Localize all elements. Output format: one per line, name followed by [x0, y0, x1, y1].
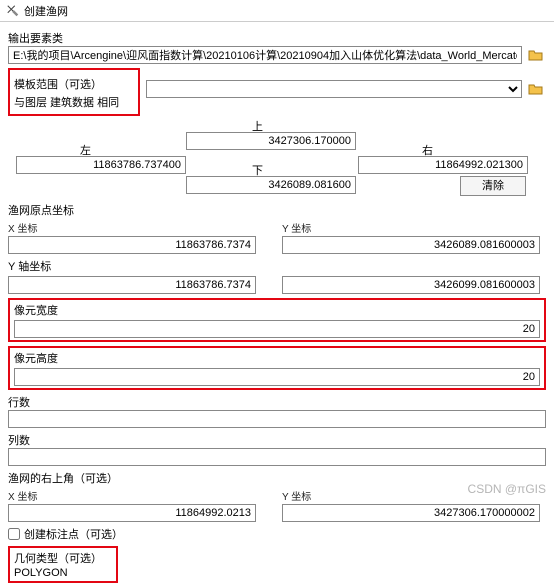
cell-height-label: 像元高度 [14, 350, 540, 366]
rows-input[interactable] [8, 410, 546, 428]
rows-label: 行数 [8, 394, 546, 410]
geometry-type-value: POLYGON [14, 567, 112, 579]
upper-right-x-label: X 坐标 [8, 488, 272, 503]
folder-open-icon [528, 48, 544, 62]
yaxis-x-input[interactable] [8, 276, 256, 294]
cols-label: 列数 [8, 432, 546, 448]
origin-x-label: X 坐标 [8, 220, 272, 235]
clear-extent-button[interactable]: 清除 [460, 176, 526, 196]
upper-right-section-label: 渔网的右上角（可选） [8, 470, 546, 486]
folder-open-icon [528, 82, 544, 96]
cell-height-input[interactable] [14, 368, 540, 386]
yaxis-section-label: Y 轴坐标 [8, 258, 546, 274]
browse-template-button[interactable] [526, 80, 546, 98]
origin-section-label: 渔网原点坐标 [8, 202, 546, 218]
browse-output-button[interactable] [526, 46, 546, 64]
template-extent-select[interactable] [146, 80, 522, 98]
template-extent-label: 模板范围（可选） [14, 76, 134, 92]
extent-bottom-input[interactable] [186, 176, 356, 194]
upper-right-x-input[interactable] [8, 504, 256, 522]
extent-left-input[interactable] [16, 156, 186, 174]
output-label: 输出要素类 [8, 30, 546, 46]
extent-right-input[interactable] [358, 156, 528, 174]
upper-right-y-input[interactable] [282, 504, 540, 522]
extent-top-input[interactable] [186, 132, 356, 150]
template-extent-value: 与图层 建筑数据 相同 [14, 94, 134, 110]
create-labels-checkbox[interactable] [8, 528, 20, 540]
geometry-type-label: 几何类型（可选） [14, 550, 112, 566]
origin-x-input[interactable] [8, 236, 256, 254]
cell-width-input[interactable] [14, 320, 540, 338]
origin-y-input[interactable] [282, 236, 540, 254]
origin-y-label: Y 坐标 [282, 220, 546, 235]
cell-width-label: 像元宽度 [14, 302, 540, 318]
upper-right-y-label: Y 坐标 [282, 488, 546, 503]
create-labels-label: 创建标注点（可选） [24, 526, 123, 542]
cols-input[interactable] [8, 448, 546, 466]
tool-icon [6, 4, 20, 18]
window-title: 创建渔网 [24, 3, 68, 19]
yaxis-y-input[interactable] [282, 276, 540, 294]
output-path-input[interactable] [8, 46, 522, 64]
